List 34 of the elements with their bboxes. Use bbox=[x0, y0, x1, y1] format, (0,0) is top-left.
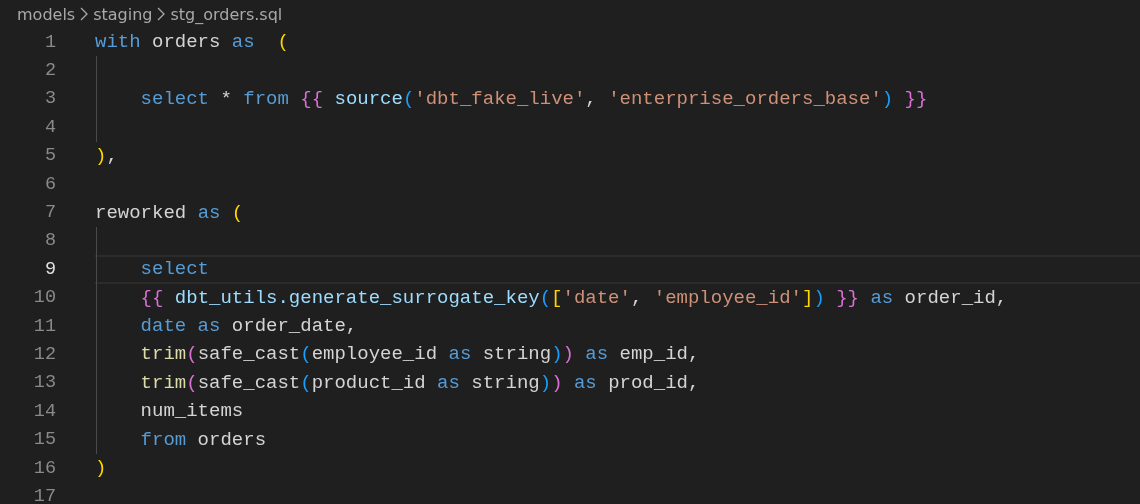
line-number: 7 bbox=[43, 202, 56, 224]
line-number: 2 bbox=[43, 60, 56, 82]
code-line: reworked as ( bbox=[95, 201, 244, 224]
line-number: 6 bbox=[43, 173, 56, 195]
line-number: 15 bbox=[32, 429, 56, 451]
code-line: num_items bbox=[139, 400, 244, 423]
line-number: 16 bbox=[32, 457, 56, 479]
breadcrumb-item[interactable]: staging bbox=[93, 4, 153, 24]
line-number: 9 bbox=[43, 258, 56, 280]
code-line: date as order_date, bbox=[139, 315, 358, 338]
line-number: 13 bbox=[32, 372, 56, 394]
breadcrumb-item[interactable]: stg_orders.sql bbox=[170, 4, 283, 24]
code-line: select * from {{ source('dbt_fake_live', 'enterprise_orders_base') }} bbox=[139, 87, 928, 110]
code-line: select bbox=[139, 258, 210, 281]
chevron-right-icon bbox=[79, 7, 90, 21]
code-line: ) bbox=[95, 457, 107, 480]
code-line: with orders as ( bbox=[95, 31, 289, 54]
code-line: ), bbox=[95, 144, 118, 167]
line-number: 17 bbox=[32, 485, 56, 504]
code-line: trim(safe_cast(product_id as string)) as prod_id, bbox=[139, 371, 700, 394]
breadcrumb-item[interactable]: models bbox=[17, 4, 76, 24]
line-number: 4 bbox=[43, 116, 56, 138]
line-number: 14 bbox=[32, 400, 56, 422]
code-line: from orders bbox=[139, 428, 267, 451]
line-number: 3 bbox=[43, 88, 56, 110]
code-line: {{ dbt_utils.generate_surrogate_key(['date', 'employee_id']) }} as order_id, bbox=[139, 286, 1008, 309]
line-number: 8 bbox=[43, 230, 56, 252]
chevron-right-icon bbox=[156, 7, 167, 21]
line-number: 1 bbox=[43, 31, 56, 53]
line-number: 10 bbox=[32, 287, 56, 309]
code-line: trim(safe_cast(employee_id as string)) as emp_id, bbox=[139, 343, 700, 366]
line-number: 12 bbox=[32, 344, 56, 365]
line-number: 11 bbox=[32, 315, 56, 337]
line-number: 5 bbox=[43, 145, 56, 167]
